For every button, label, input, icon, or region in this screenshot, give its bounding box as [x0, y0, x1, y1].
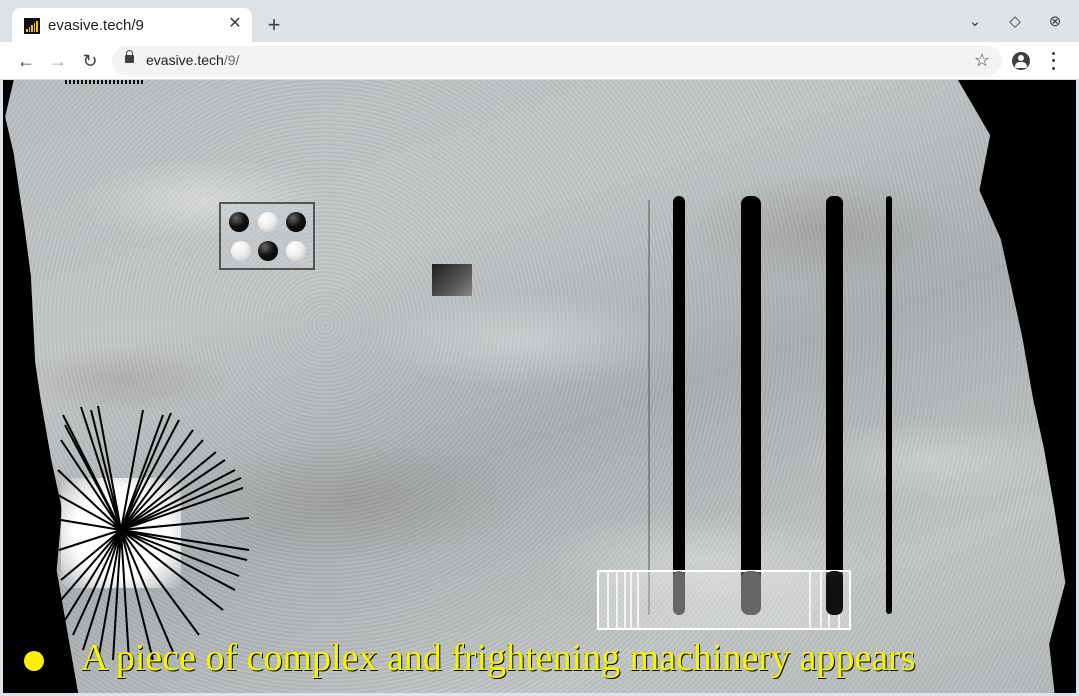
yellow-indicator-dot[interactable]: [24, 651, 44, 671]
arrow-left-icon[interactable]: ←: [14, 49, 38, 73]
game-viewport: A piece of complex and frightening machi…: [3, 80, 1076, 693]
machine-bar[interactable]: [673, 196, 685, 614]
tab-title: evasive.tech/9: [48, 17, 144, 34]
address-bar[interactable]: evasive.tech/9/ ☆: [112, 46, 1002, 76]
bar-shadow: [741, 571, 761, 615]
chevron-down-icon[interactable]: ⌄: [965, 12, 985, 32]
close-icon[interactable]: ✕: [226, 15, 244, 33]
diamond-icon[interactable]: ◇: [1005, 12, 1025, 32]
star-icon[interactable]: ☆: [974, 50, 990, 71]
browser-toolbar: ← → ↻ evasive.tech/9/ ☆: [0, 42, 1079, 80]
bar-shadow: [826, 571, 843, 615]
reload-icon[interactable]: ↻: [78, 49, 102, 73]
machine-bar[interactable]: [886, 196, 892, 614]
lock-icon[interactable]: [125, 50, 134, 63]
narration-caption: A piece of complex and frightening machi…: [81, 637, 916, 679]
browser-tab[interactable]: evasive.tech/9 ✕: [12, 8, 252, 42]
account-circle-icon[interactable]: [1012, 52, 1030, 70]
bar-chart-favicon-icon: [24, 18, 40, 34]
machinery[interactable]: [3, 80, 1076, 693]
machine-base[interactable]: [597, 570, 851, 630]
arrow-right-icon[interactable]: →: [46, 49, 70, 73]
circle-x-icon[interactable]: ⊗: [1045, 12, 1065, 32]
tab-strip: evasive.tech/9 ✕ + ⌄ ◇ ⊗: [0, 0, 1079, 42]
kebab-menu-icon[interactable]: [1046, 50, 1060, 72]
machine-bar[interactable]: [826, 196, 843, 614]
plus-icon[interactable]: +: [262, 14, 286, 38]
url-text[interactable]: evasive.tech/9/: [146, 52, 239, 68]
machine-bar[interactable]: [741, 196, 761, 614]
bar-shadow: [673, 571, 685, 615]
